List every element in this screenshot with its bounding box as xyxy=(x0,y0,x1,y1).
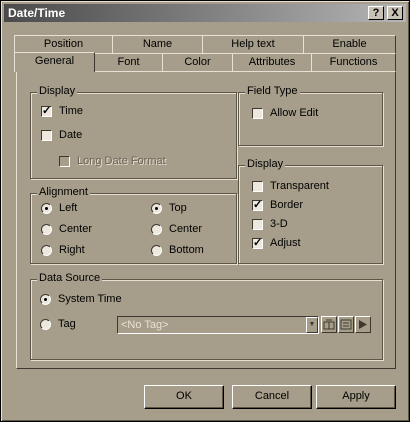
border-label: Border xyxy=(270,199,304,211)
system-time-radio-dot[interactable] xyxy=(40,293,51,305)
display-options-group-title: Display xyxy=(245,158,286,170)
window-title: Date/Time xyxy=(8,6,66,20)
field-type-group: Field Type Allow Edit xyxy=(238,85,383,146)
time-label: Time xyxy=(59,105,84,117)
tab-help-text[interactable]: Help text xyxy=(202,35,304,53)
transparent-checkbox[interactable]: Transparent xyxy=(252,180,329,192)
allow-edit-checkbox[interactable]: Allow Edit xyxy=(252,107,318,119)
tab-color[interactable]: Color xyxy=(162,53,233,71)
align-left-label: Left xyxy=(59,202,78,214)
apply-button[interactable]: Apply xyxy=(316,385,396,409)
valign-top-radio-dot[interactable] xyxy=(151,202,162,214)
tab-functions[interactable]: Functions xyxy=(311,53,396,71)
adjust-checkbox[interactable]: ✓ Adjust xyxy=(252,237,301,249)
tab-font[interactable]: Font xyxy=(94,53,163,71)
allow-edit-label: Allow Edit xyxy=(270,107,319,119)
adjust-label: Adjust xyxy=(270,237,301,249)
tag-next-button[interactable] xyxy=(355,316,371,333)
time-checkbox-box[interactable]: ✓ xyxy=(41,105,52,117)
tab-position[interactable]: Position xyxy=(14,35,113,53)
transparent-label: Transparent xyxy=(270,180,329,192)
tab-general[interactable]: General xyxy=(14,52,95,72)
tag-browser-icon xyxy=(323,319,335,330)
date-label: Date xyxy=(59,129,83,141)
tab-enable[interactable]: Enable xyxy=(303,35,396,53)
date-checkbox-box[interactable] xyxy=(41,129,52,141)
long-date-format-checkbox: Long Date Format xyxy=(59,155,166,167)
field-type-group-title: Field Type xyxy=(245,85,300,97)
align-left-radio-dot[interactable] xyxy=(41,202,52,214)
valign-top-label: Top xyxy=(169,202,187,214)
tag-radio-dot[interactable] xyxy=(40,318,51,330)
align-center-radio[interactable]: Center xyxy=(41,223,92,235)
tag-radio[interactable]: Tag xyxy=(40,318,76,330)
allow-edit-checkbox-box[interactable] xyxy=(252,107,263,119)
display-group-title: Display xyxy=(37,85,78,97)
valign-bottom-label: Bottom xyxy=(169,244,204,256)
close-button[interactable]: X xyxy=(387,6,403,20)
time-checkbox[interactable]: ✓ Time xyxy=(41,105,83,117)
tag-browse-button[interactable] xyxy=(321,316,337,333)
help-button[interactable]: ? xyxy=(368,6,384,20)
align-center-radio-dot[interactable] xyxy=(41,223,52,235)
long-date-format-label: Long Date Format xyxy=(77,155,166,167)
date-checkbox[interactable]: Date xyxy=(41,129,82,141)
tag-label: Tag xyxy=(58,318,76,330)
tag-select[interactable]: <No Tag> ▼ xyxy=(117,316,319,334)
align-center-label: Center xyxy=(59,223,93,235)
system-time-label: System Time xyxy=(58,293,122,305)
long-date-format-checkbox-box xyxy=(59,155,70,167)
valign-bottom-radio-dot[interactable] xyxy=(151,244,162,256)
title-bar[interactable]: Date/Time ? X xyxy=(4,4,406,22)
valign-center-radio-dot[interactable] xyxy=(151,223,162,235)
alignment-group-title: Alignment xyxy=(37,186,90,198)
tag-select-value: <No Tag> xyxy=(121,319,169,331)
align-left-radio[interactable]: Left xyxy=(41,202,77,214)
valign-center-label: Center xyxy=(169,223,203,235)
tag-properties-button[interactable] xyxy=(338,316,354,333)
arrow-right-icon xyxy=(359,320,367,329)
valign-bottom-radio[interactable]: Bottom xyxy=(151,244,204,256)
valign-center-radio[interactable]: Center xyxy=(151,223,202,235)
date-time-dialog: Date/Time ? X Position Name Help text En… xyxy=(0,0,410,422)
transparent-checkbox-box[interactable] xyxy=(252,180,263,192)
tab-attributes[interactable]: Attributes xyxy=(232,53,312,71)
three-d-checkbox[interactable]: 3-D xyxy=(252,218,288,230)
valign-top-radio[interactable]: Top xyxy=(151,202,187,214)
chevron-down-icon[interactable]: ▼ xyxy=(306,317,318,333)
display-group: Display ✓ Time Date Long Date Format xyxy=(30,85,237,179)
alignment-group: Alignment Left Center Right Top Center B… xyxy=(30,186,237,264)
display-options-group: Display Transparent ✓ Border 3-D ✓ Adjus… xyxy=(238,158,383,264)
data-source-group-title: Data Source xyxy=(37,272,103,284)
border-checkbox[interactable]: ✓ Border xyxy=(252,199,303,211)
ok-button[interactable]: OK xyxy=(144,385,224,409)
adjust-checkbox-box[interactable]: ✓ xyxy=(252,237,263,249)
cancel-button[interactable]: Cancel xyxy=(232,385,312,409)
tag-properties-icon xyxy=(340,319,352,330)
three-d-label: 3-D xyxy=(270,218,288,230)
system-time-radio[interactable]: System Time xyxy=(40,293,122,305)
tab-name[interactable]: Name xyxy=(112,35,203,53)
align-right-radio[interactable]: Right xyxy=(41,244,85,256)
three-d-checkbox-box[interactable] xyxy=(252,218,263,230)
border-checkbox-box[interactable]: ✓ xyxy=(252,199,263,211)
align-right-radio-dot[interactable] xyxy=(41,244,52,256)
align-right-label: Right xyxy=(59,244,85,256)
